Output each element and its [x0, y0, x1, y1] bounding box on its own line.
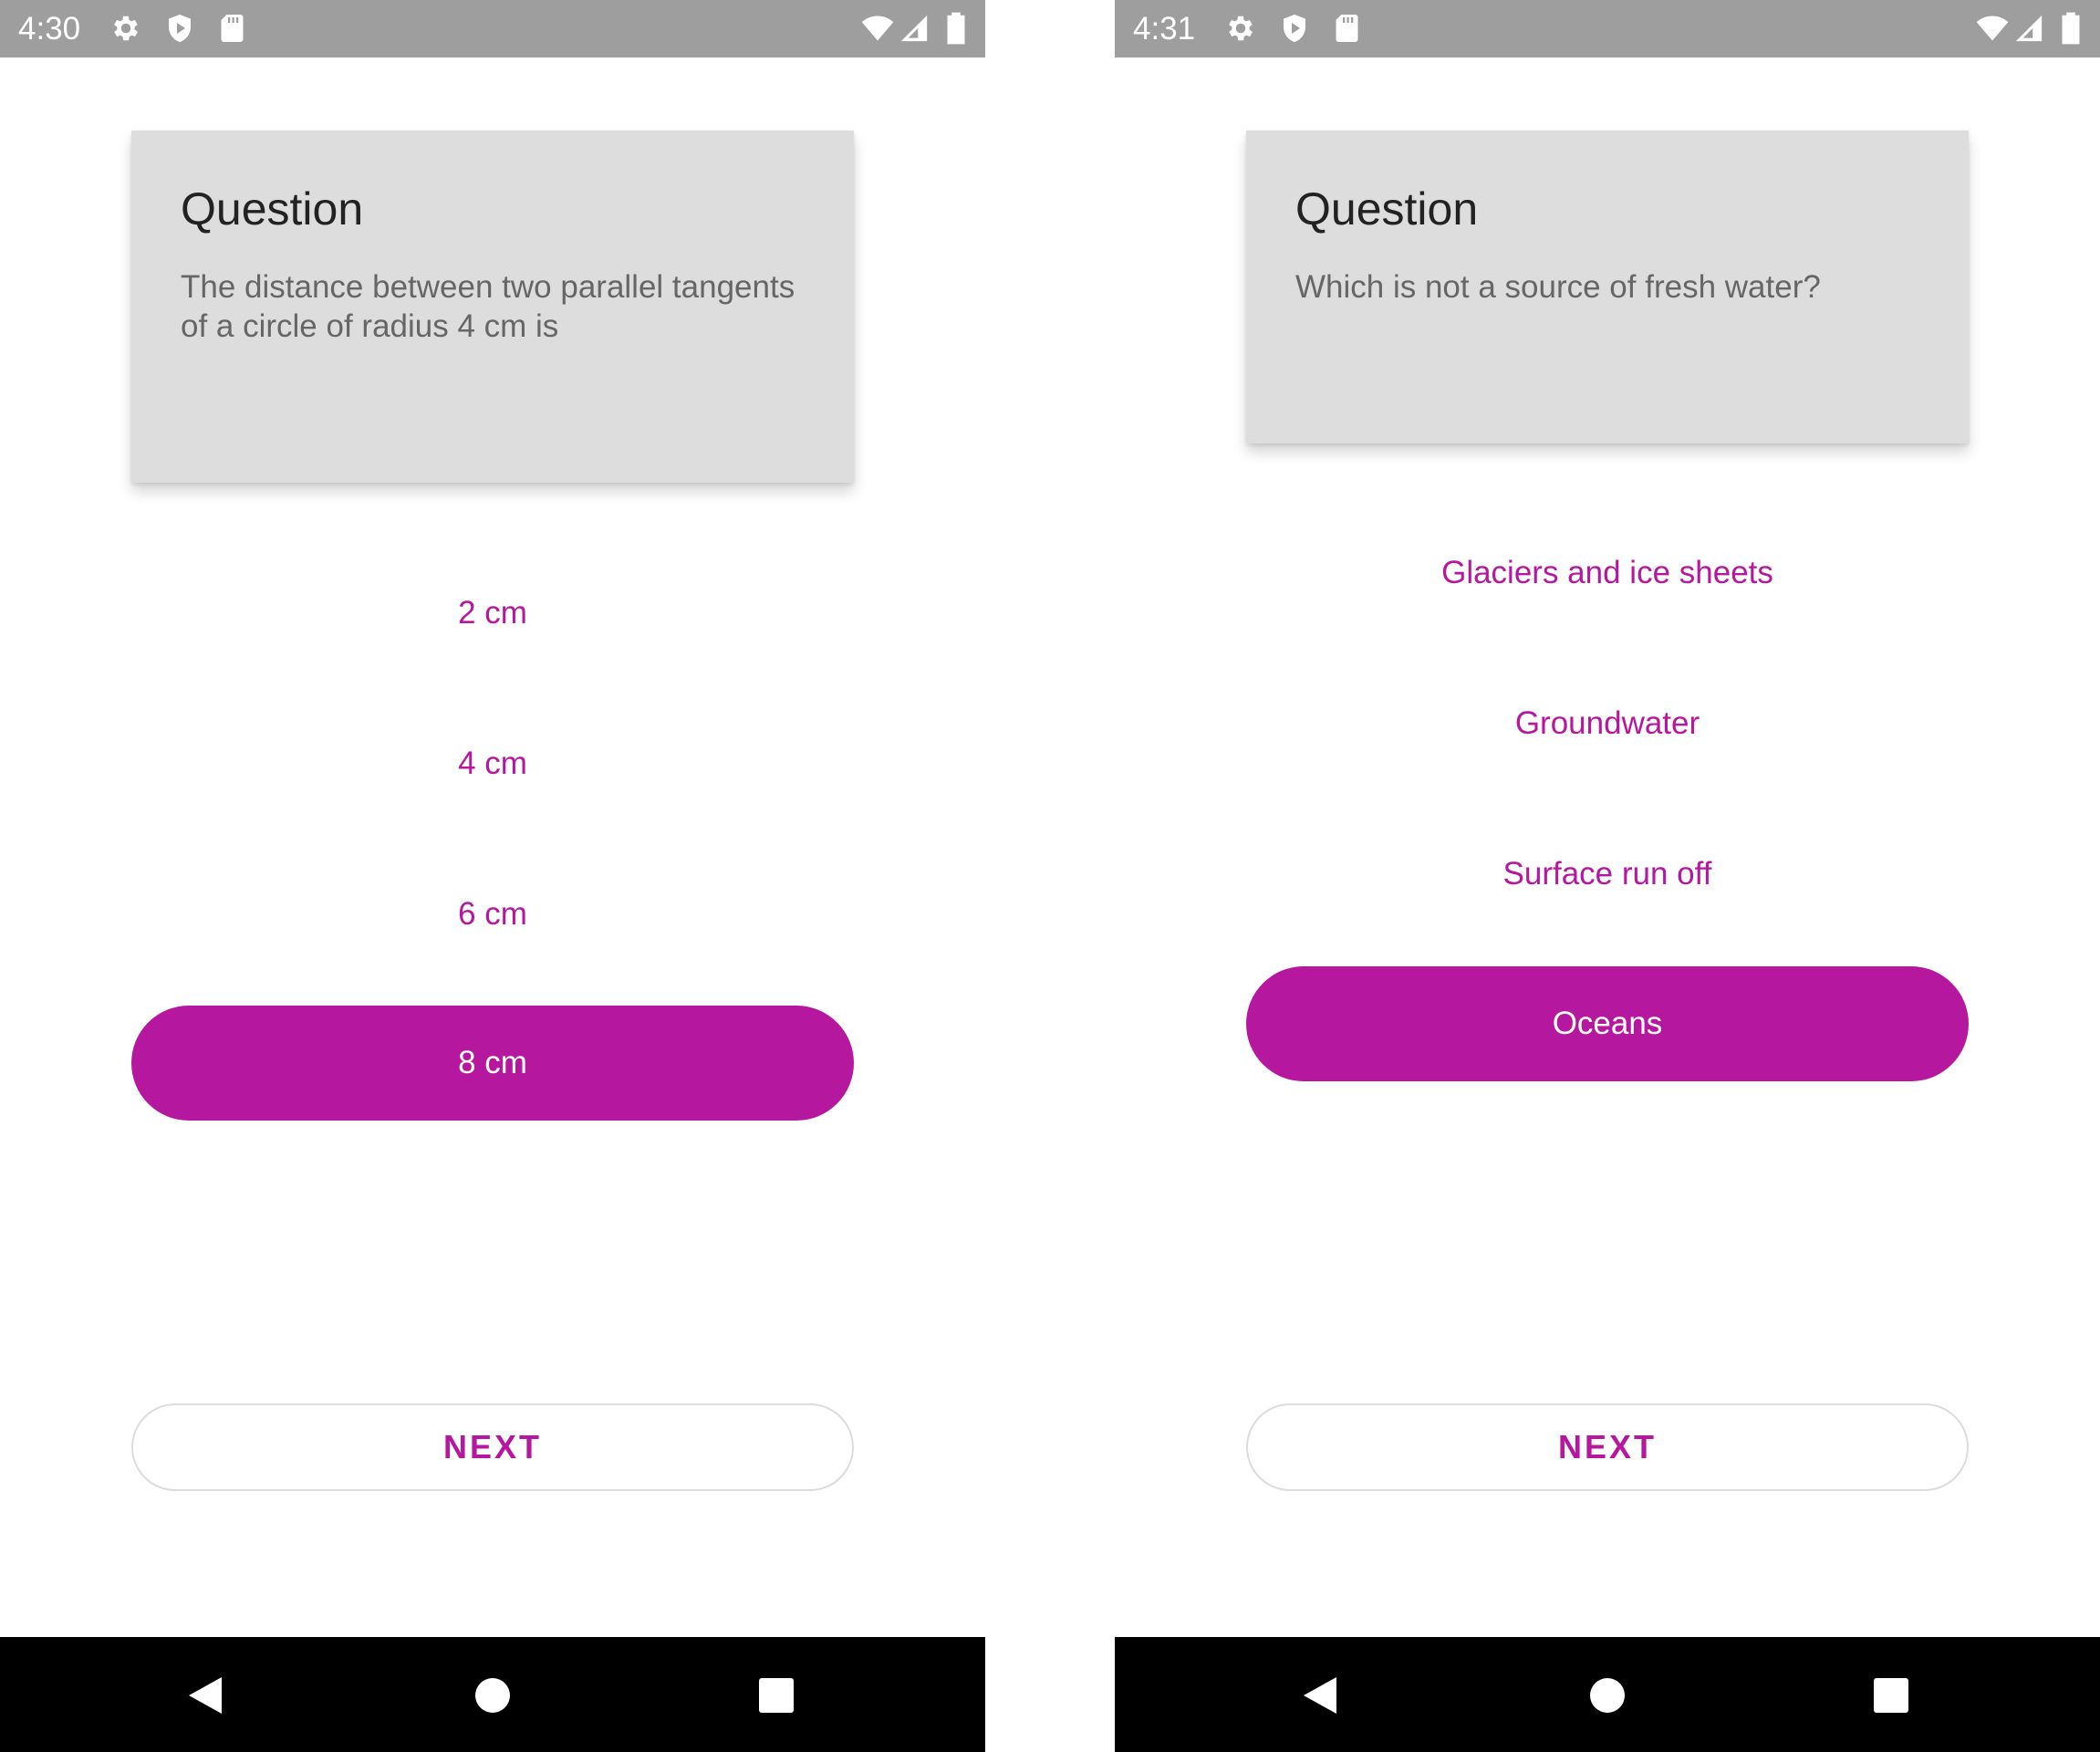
answer-option[interactable]: 2 cm — [131, 556, 854, 671]
answer-option[interactable]: Surface run off — [1246, 817, 1969, 932]
question-text: The distance between two parallel tangen… — [181, 269, 795, 344]
question-title: Question — [181, 183, 364, 235]
wifi-icon — [861, 11, 894, 46]
shield-icon — [1278, 12, 1311, 45]
back-icon[interactable] — [173, 1663, 237, 1727]
question-card: Question The distance between two parall… — [131, 130, 854, 483]
battery-icon — [2059, 11, 2083, 46]
answer-option[interactable]: Groundwater — [1246, 666, 1969, 781]
answer-option-selected[interactable]: 8 cm — [131, 1006, 854, 1121]
recents-icon[interactable] — [1859, 1663, 1923, 1727]
status-bar: 4:31 — [1115, 0, 2100, 57]
next-button[interactable]: NEXT — [1246, 1403, 1969, 1491]
answer-option[interactable]: 4 cm — [131, 706, 854, 821]
back-icon[interactable] — [1288, 1663, 1352, 1727]
gear-icon — [1224, 12, 1257, 45]
battery-icon — [944, 11, 968, 46]
question-title: Question — [1295, 183, 1479, 235]
recents-icon[interactable] — [744, 1663, 808, 1727]
home-icon[interactable] — [1575, 1663, 1639, 1727]
phone-screen-1: 4:30 Question The distance between two p… — [0, 0, 985, 1752]
sd-card-icon — [217, 12, 250, 45]
question-card: Question Which is not a source of fresh … — [1246, 130, 1969, 443]
answer-option[interactable]: Glaciers and ice sheets — [1246, 516, 1969, 631]
question-text: Which is not a source of fresh water? — [1295, 269, 1821, 305]
next-button[interactable]: NEXT — [131, 1403, 854, 1491]
home-icon[interactable] — [461, 1663, 525, 1727]
answer-option[interactable]: 6 cm — [131, 857, 854, 972]
wifi-icon — [1976, 11, 2009, 46]
navigation-bar — [0, 1637, 985, 1752]
gear-icon — [109, 12, 142, 45]
phone-screen-2: 4:31 Question Which is not a source of f… — [1115, 0, 2100, 1752]
status-bar: 4:30 — [0, 0, 985, 57]
answer-option-selected[interactable]: Oceans — [1246, 966, 1969, 1081]
sd-card-icon — [1332, 12, 1365, 45]
navigation-bar — [1115, 1637, 2100, 1752]
signal-icon — [2013, 11, 2044, 46]
signal-icon — [899, 11, 930, 46]
shield-icon — [163, 12, 196, 45]
status-time: 4:30 — [18, 11, 81, 47]
status-time: 4:31 — [1133, 11, 1196, 47]
